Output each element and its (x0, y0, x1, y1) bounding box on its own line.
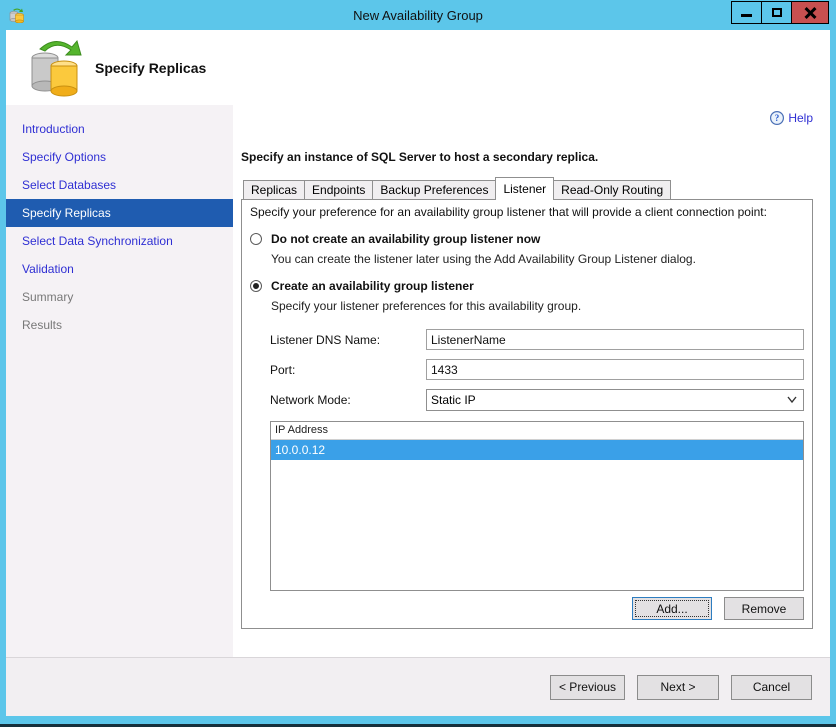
radio-no-listener-description: You can create the listener later using … (271, 252, 696, 266)
radio-unchecked-icon (250, 233, 262, 245)
help-label: Help (788, 111, 813, 125)
replicas-database-icon (31, 39, 82, 97)
sidebar-item-results: Results (22, 318, 63, 332)
page-title: Specify Replicas (95, 60, 207, 76)
new-availability-group-window: New Availability Group Specify Replicas (0, 0, 836, 727)
radio-create-listener-description: Specify your listener preferences for th… (271, 299, 582, 313)
titlebar: New Availability Group (0, 0, 836, 30)
maximize-button[interactable] (761, 1, 792, 24)
radio-checked-icon (250, 280, 262, 292)
sidebar-item-select-databases[interactable]: Select Databases (6, 171, 233, 199)
wizard-header: Specify Replicas (6, 30, 830, 105)
network-mode-value: Static IP (431, 393, 476, 407)
tab-read-only-routing[interactable]: Read-Only Routing (553, 180, 672, 199)
port-label: Port: (270, 362, 296, 377)
maximize-icon (771, 8, 782, 17)
dns-name-label: Listener DNS Name: (270, 332, 381, 347)
window-title: New Availability Group (353, 7, 483, 23)
tab-listener[interactable]: Listener (495, 177, 555, 200)
svg-text:?: ? (775, 113, 780, 123)
previous-button[interactable]: < Previous (549, 674, 625, 700)
radio-no-listener[interactable]: Do not create an availability group list… (250, 232, 804, 246)
remove-button[interactable]: Remove (724, 597, 804, 620)
window-controls (731, 1, 829, 24)
listener-form: Listener DNS Name: Port: Network Mode: S… (270, 329, 804, 411)
listener-tab-panel: Specify your preference for an availabil… (241, 199, 813, 629)
list-buttons: Add... Remove (250, 597, 804, 620)
pane-instruction: Specify an instance of SQL Server to hos… (241, 150, 599, 164)
ip-address-column-header: IP Address (271, 422, 803, 440)
cancel-button[interactable]: Cancel (731, 674, 812, 700)
ip-address-list: IP Address 10.0.0.12 (270, 421, 804, 591)
close-icon (804, 7, 816, 19)
port-input[interactable] (426, 359, 804, 380)
ip-address-row[interactable]: 10.0.0.12 (271, 440, 803, 460)
sidebar-item-validation[interactable]: Validation (6, 255, 233, 283)
panel-intro-text: Specify your preference for an availabil… (250, 205, 767, 219)
radio-create-listener[interactable]: Create an availability group listener (250, 279, 804, 293)
help-link[interactable]: ? Help (770, 111, 813, 125)
wizard-body: Introduction Specify Options Select Data… (6, 105, 830, 657)
tab-endpoints[interactable]: Endpoints (304, 180, 374, 199)
sidebar-item-summary: Summary (22, 290, 74, 304)
sidebar-item-introduction[interactable]: Introduction (6, 115, 233, 143)
window-content: Specify Replicas Introduction Specify Op… (6, 30, 830, 716)
main-pane: ? Help Specify an instance of SQL Server… (233, 105, 830, 657)
close-button[interactable] (791, 1, 829, 24)
wizard-footer: < Previous Next > Cancel (6, 657, 830, 716)
next-button[interactable]: Next > (637, 674, 719, 700)
minimize-icon (741, 14, 752, 17)
add-button[interactable]: Add... (632, 597, 712, 620)
wizard-steps-sidebar: Introduction Specify Options Select Data… (6, 105, 233, 657)
tab-backup-preferences[interactable]: Backup Preferences (372, 180, 497, 199)
help-icon: ? (770, 111, 785, 125)
sidebar-item-specify-options[interactable]: Specify Options (6, 143, 233, 171)
tab-strip: Replicas Endpoints Backup Preferences Li… (241, 177, 813, 200)
minimize-button[interactable] (731, 1, 762, 24)
sidebar-item-specify-replicas[interactable]: Specify Replicas (6, 199, 233, 227)
tab-replicas[interactable]: Replicas (243, 180, 306, 199)
network-mode-label: Network Mode: (270, 393, 351, 407)
dns-name-input[interactable] (426, 329, 804, 350)
chevron-down-icon (787, 396, 797, 404)
sidebar-item-select-data-synchronization[interactable]: Select Data Synchronization (6, 227, 233, 255)
network-mode-select[interactable]: Static IP (426, 389, 804, 411)
